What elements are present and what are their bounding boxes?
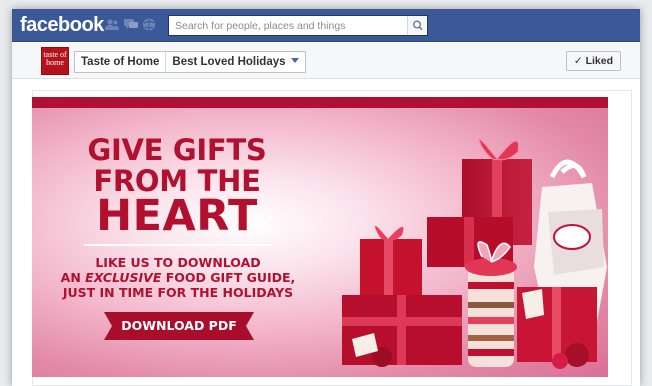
- breadcrumb-page-link[interactable]: Taste of Home: [75, 52, 165, 72]
- facebook-logo[interactable]: facebook: [20, 14, 104, 37]
- subhead-line-1: LIKE US TO DOWNLOAD: [95, 255, 261, 270]
- search-icon: [412, 20, 423, 31]
- page-header-bar: taste of home Taste of Home Best Loved H…: [12, 43, 640, 79]
- search-button[interactable]: [407, 16, 427, 35]
- headline-line-3: HEART: [96, 191, 258, 241]
- breadcrumb-app-dropdown[interactable]: Best Loved Holidays: [165, 52, 304, 72]
- page-profile-thumbnail[interactable]: taste of home: [41, 47, 69, 75]
- messages-icon[interactable]: [124, 18, 138, 31]
- search-input[interactable]: [169, 16, 407, 35]
- thumbnail-logo-text: taste of home: [43, 50, 67, 67]
- headline-divider: [84, 244, 272, 246]
- subhead-line-2-post: FOOD GIFT GUIDE,: [161, 270, 296, 285]
- subhead-emphasis: EXCLUSIVE: [85, 270, 162, 285]
- subhead-line-2: AN EXCLUSIVE FOOD GIFT GUIDE,: [50, 270, 306, 285]
- subhead-line-2-pre: AN: [60, 270, 86, 285]
- download-pdf-label: DOWNLOAD PDF: [121, 318, 237, 333]
- promo-banner[interactable]: GIVE GIFTS FROM THE HEART LIKE US TO DOW…: [32, 97, 608, 377]
- breadcrumb-app-label: Best Loved Holidays: [172, 56, 286, 68]
- download-pdf-button[interactable]: DOWNLOAD PDF: [104, 312, 254, 340]
- gift-boxes-illustration: [342, 138, 607, 369]
- banner-top-stripe: [32, 97, 608, 108]
- headline-line-1: GIVE GIFTS: [87, 133, 267, 167]
- liked-button[interactable]: ✓ Liked: [565, 51, 621, 71]
- search-box: [168, 15, 428, 36]
- friend-requests-icon[interactable]: [105, 18, 119, 31]
- chevron-down-icon: [290, 58, 299, 63]
- breadcrumb: Taste of Home Best Loved Holidays: [74, 51, 306, 73]
- facebook-topbar: facebook: [12, 9, 640, 42]
- subhead-line-3: JUST IN TIME FOR THE HOLIDAYS: [62, 285, 294, 300]
- notifications-icon[interactable]: [142, 18, 156, 31]
- breadcrumb-page-label: Taste of Home: [81, 56, 160, 68]
